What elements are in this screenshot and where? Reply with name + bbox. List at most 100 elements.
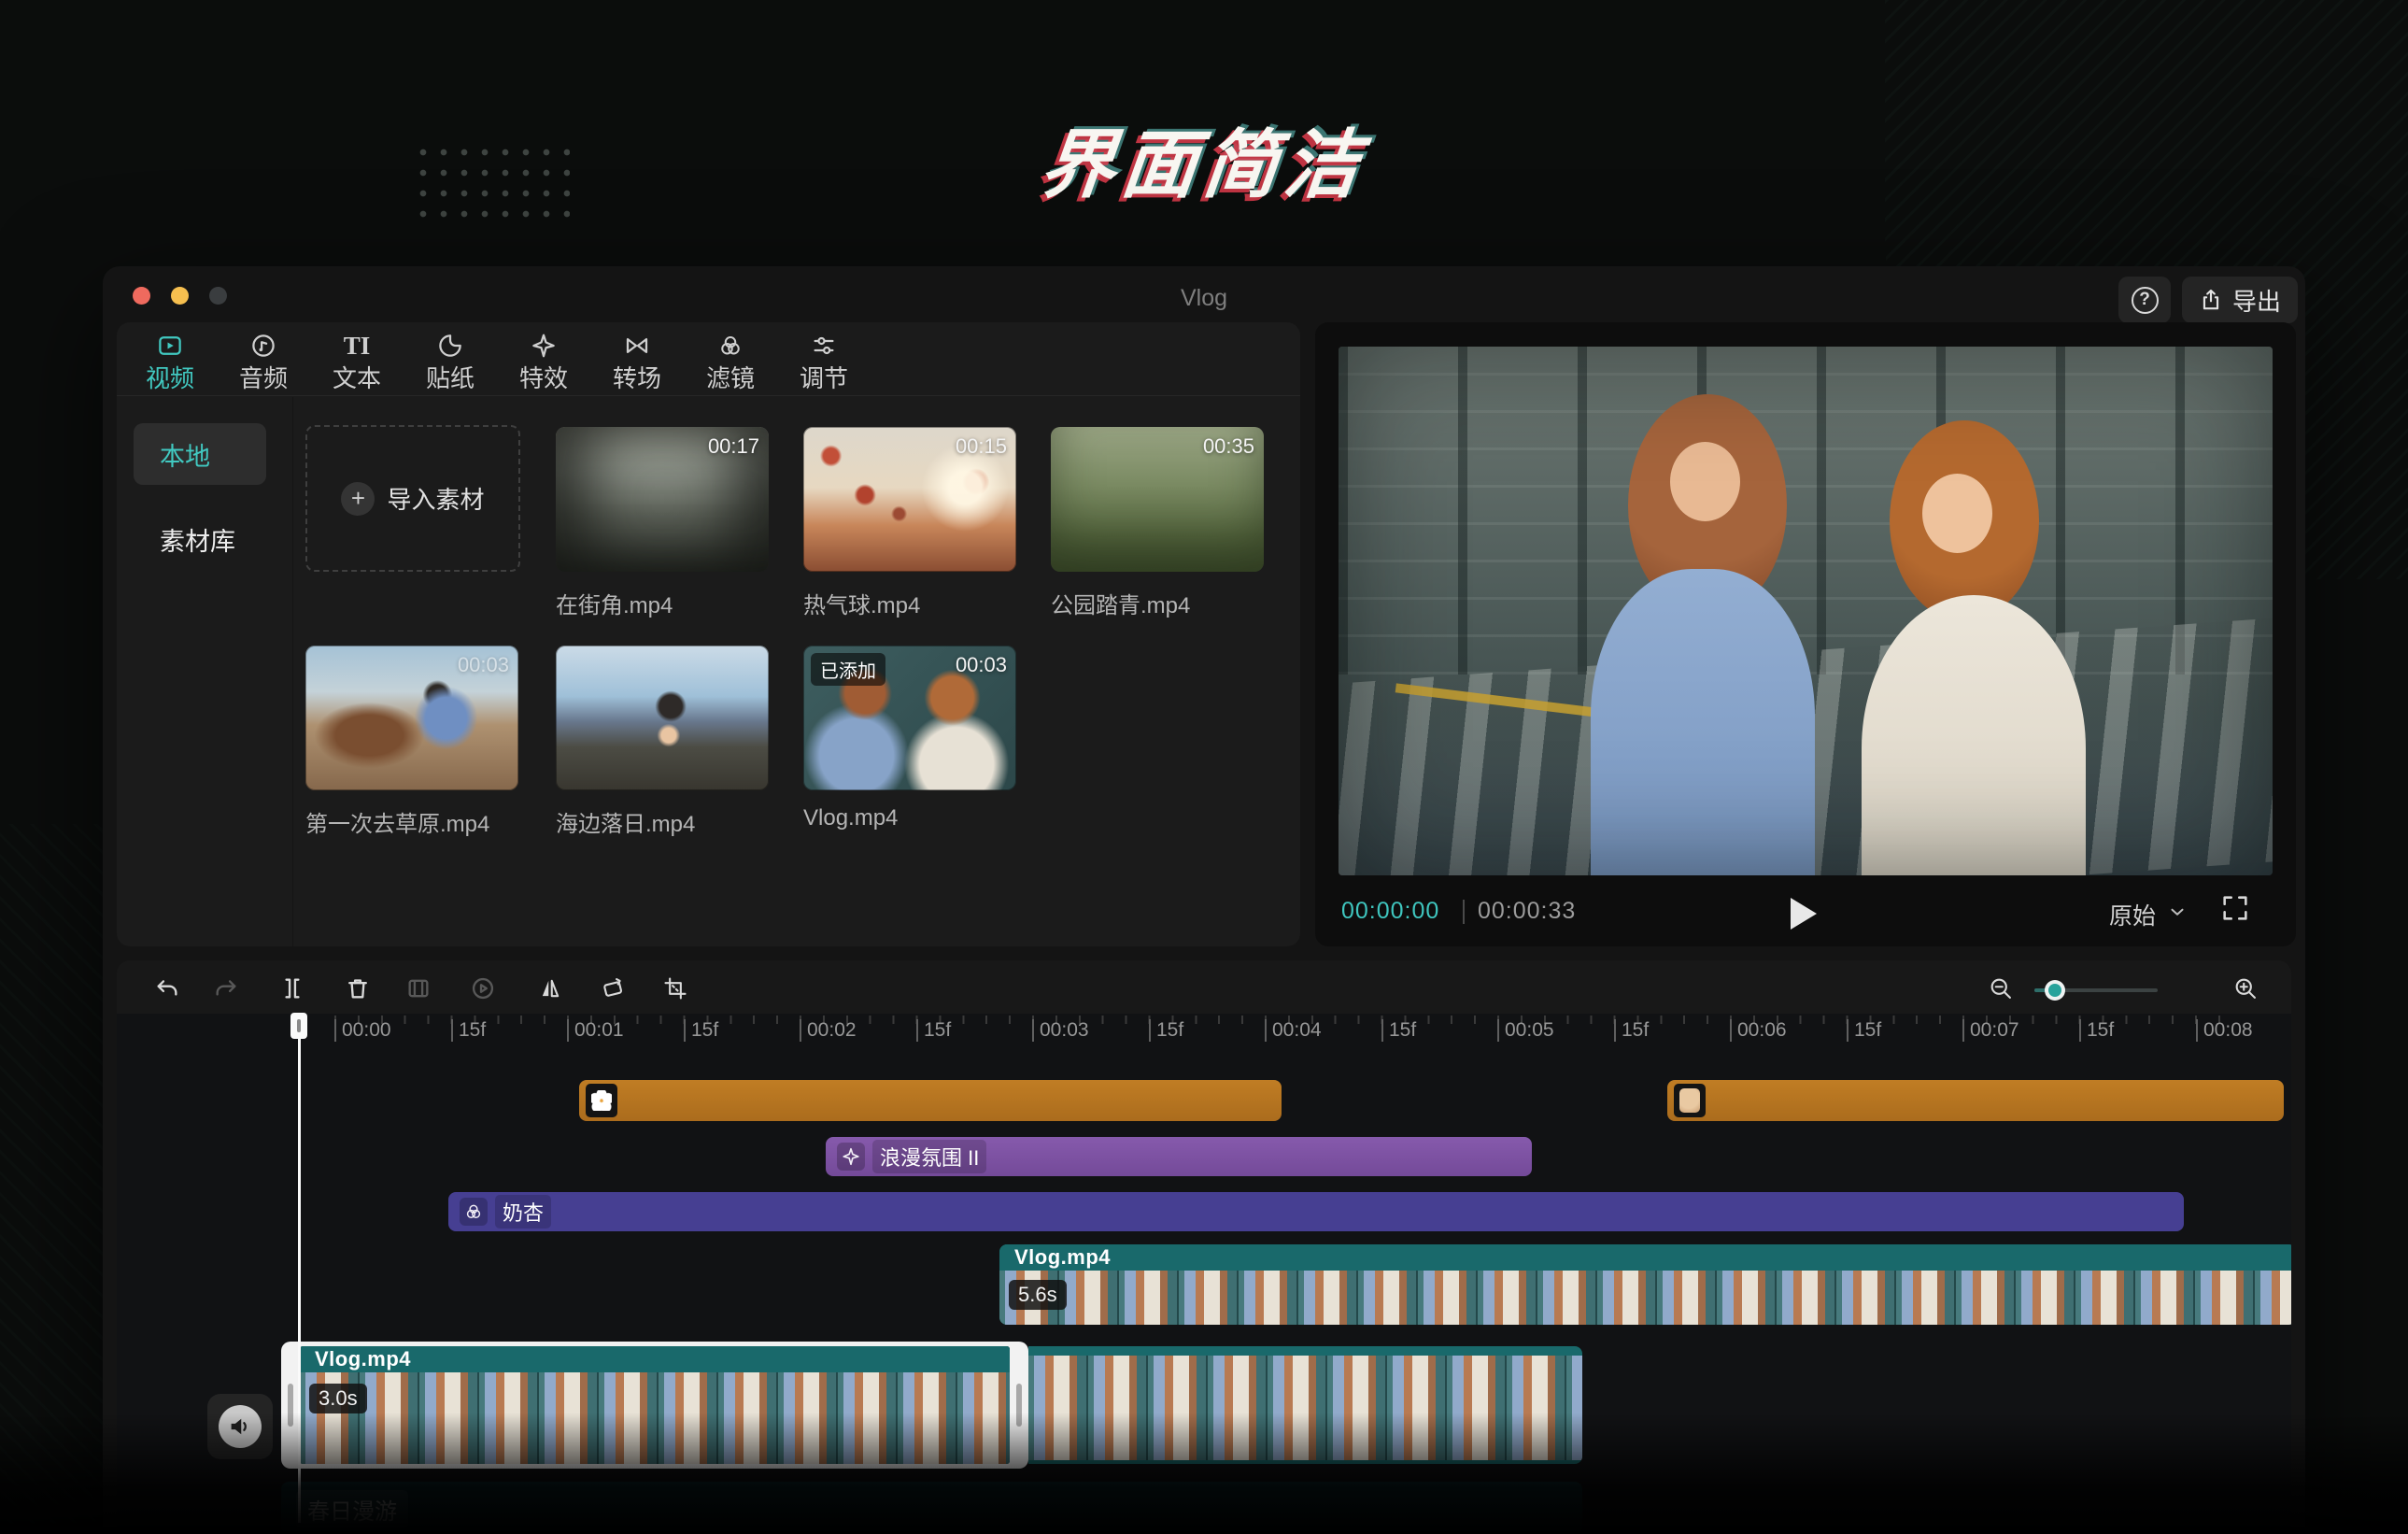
preview-controls: 00:00:00 00:00:33 原始 (1315, 881, 2296, 946)
ruler-label: 00:02 (800, 1019, 857, 1042)
plus-icon: + (341, 481, 375, 516)
playhead-handle[interactable] (290, 1013, 307, 1039)
media-item-street[interactable]: 00:17 (556, 427, 769, 572)
crop-button[interactable] (655, 968, 696, 1009)
zoom-slider-thumb[interactable] (2045, 980, 2065, 1001)
ruler-label: 15f (916, 1019, 951, 1042)
transition-icon (623, 332, 651, 360)
ruler-label: 00:04 (1265, 1019, 1322, 1042)
effect-icon (837, 1143, 865, 1171)
media-item-vlog[interactable]: 已添加 00:03 (803, 646, 1016, 790)
ruler-label: 00:03 (1032, 1019, 1089, 1042)
current-time: 00:00:00 (1341, 898, 1440, 924)
tab-video[interactable]: 视频 (126, 330, 214, 392)
tab-label: 特效 (518, 364, 568, 392)
added-badge: 已添加 (811, 653, 885, 686)
media-item-grassland[interactable]: 00:03 (305, 646, 518, 790)
ruler-label: 00:01 (567, 1019, 624, 1042)
sidebar-divider (292, 397, 293, 946)
ruler-label: 15f (684, 1019, 718, 1042)
tab-label: 滤镜 (705, 364, 755, 392)
rotate-button[interactable] (592, 968, 633, 1009)
ruler-label: 00:05 (1497, 1019, 1554, 1042)
audio-icon (249, 332, 277, 360)
import-media-button[interactable]: + 导入素材 (305, 425, 520, 572)
media-item-name: 公园踏青.mp4 (1051, 593, 1191, 618)
app-window: Vlog ? 导出 视频 音频 TI 文本 贴纸 特效 转场 滤镜 调节 本地 … (103, 266, 2305, 1534)
ruler-label: 15f (1381, 1019, 1416, 1042)
export-button[interactable]: 导出 (2182, 277, 2299, 323)
ruler-label: 00:08 (2196, 1019, 2253, 1042)
reverse-button[interactable] (462, 968, 503, 1009)
filmstrip (999, 1271, 2291, 1325)
sidebar-item-library[interactable]: 素材库 (134, 520, 274, 558)
bottom-fade (0, 1413, 2408, 1534)
timeline-ruler[interactable]: 00:00 15f 00:01 15f 00:02 15f 00:03 15f … (117, 1014, 2291, 1053)
sidebar-item-local[interactable]: 本地 (134, 423, 266, 485)
media-item-balloon[interactable]: 00:15 (803, 427, 1016, 572)
redo-button[interactable] (205, 968, 247, 1009)
help-button[interactable]: ? (2118, 277, 2171, 323)
sticker-clip-1[interactable] (579, 1080, 1282, 1121)
play-button[interactable] (1780, 890, 1827, 937)
sticker-clip-2[interactable] (1667, 1080, 2284, 1121)
filter-icon (716, 332, 744, 360)
media-item-name: 在街角.mp4 (556, 593, 673, 618)
zoom-out-icon[interactable] (1980, 968, 2021, 1009)
tab-label: 贴纸 (425, 364, 475, 392)
chevron-down-icon[interactable] (2167, 902, 2188, 922)
vignette (1339, 347, 2273, 875)
clip-name: Vlog.mp4 (300, 1346, 1010, 1372)
media-item-name: Vlog.mp4 (803, 805, 899, 831)
media-item-beach[interactable] (556, 646, 769, 790)
split-button[interactable] (272, 968, 313, 1009)
preview-panel: 00:00:00 00:00:33 原始 (1315, 322, 2296, 946)
mirror-button[interactable] (530, 968, 571, 1009)
tab-adjust[interactable]: 调节 (780, 330, 868, 392)
ruler-label: 15f (451, 1019, 486, 1042)
clip-name: Vlog.mp4 (999, 1244, 2291, 1271)
zoom-in-icon[interactable] (2225, 968, 2266, 1009)
tab-filter[interactable]: 滤镜 (687, 330, 774, 392)
effect-clip-label: 浪漫氛围 II (872, 1140, 987, 1173)
effect-clip[interactable]: 浪漫氛围 II (826, 1137, 1532, 1176)
tab-sticker[interactable]: 贴纸 (406, 330, 494, 392)
ruler-label: 15f (1614, 1019, 1649, 1042)
sticker-icon (1674, 1084, 1706, 1117)
ruler-label: 15f (1847, 1019, 1881, 1042)
sticker-icon (436, 332, 464, 360)
tab-label: 调节 (799, 364, 848, 392)
delete-button[interactable] (337, 968, 378, 1009)
freeze-frame-button[interactable] (398, 968, 439, 1009)
media-panel: 视频 音频 TI 文本 贴纸 特效 转场 滤镜 调节 本地 素材库 + 导入素材… (117, 322, 1300, 946)
tab-label: 音频 (238, 364, 288, 392)
quality-selector[interactable]: 原始 (2109, 898, 2156, 931)
duration-badge: 00:15 (955, 434, 1007, 458)
undo-button[interactable] (147, 968, 188, 1009)
filter-clip[interactable]: 奶杏 (448, 1192, 2184, 1231)
tab-text[interactable]: TI 文本 (313, 330, 401, 392)
total-time: 00:00:33 (1478, 898, 1577, 924)
media-item-name: 第一次去草原.mp4 (305, 812, 490, 837)
tab-label: 转场 (612, 364, 661, 392)
tab-label: 文本 (332, 364, 381, 392)
effects-icon (530, 332, 558, 360)
media-item-park[interactable]: 00:35 (1051, 427, 1264, 572)
media-item-name: 热气球.mp4 (803, 593, 921, 618)
ruler-label: 00:07 (1962, 1019, 2019, 1042)
screen: 界面简洁 Vlog ? 导出 视频 音频 TI 文本 贴纸 特效 转场 滤镜 调… (0, 0, 2408, 1534)
text-icon: TI (343, 332, 371, 360)
tab-effects[interactable]: 特效 (500, 330, 588, 392)
ruler-label: 00:06 (1730, 1019, 1787, 1042)
tab-audio[interactable]: 音频 (220, 330, 307, 392)
tab-transition[interactable]: 转场 (593, 330, 681, 392)
time-divider (1463, 900, 1465, 924)
duration-badge: 00:03 (955, 653, 1007, 676)
media-item-name: 海边落日.mp4 (556, 812, 696, 837)
ruler-label: 15f (1149, 1019, 1183, 1042)
fullscreen-icon[interactable] (2219, 892, 2251, 924)
preview-video[interactable] (1339, 347, 2273, 875)
share-icon (2199, 288, 2223, 312)
pip-video-clip[interactable]: Vlog.mp4 5.6s (999, 1244, 2291, 1325)
filter-clip-label: 奶杏 (495, 1195, 552, 1229)
